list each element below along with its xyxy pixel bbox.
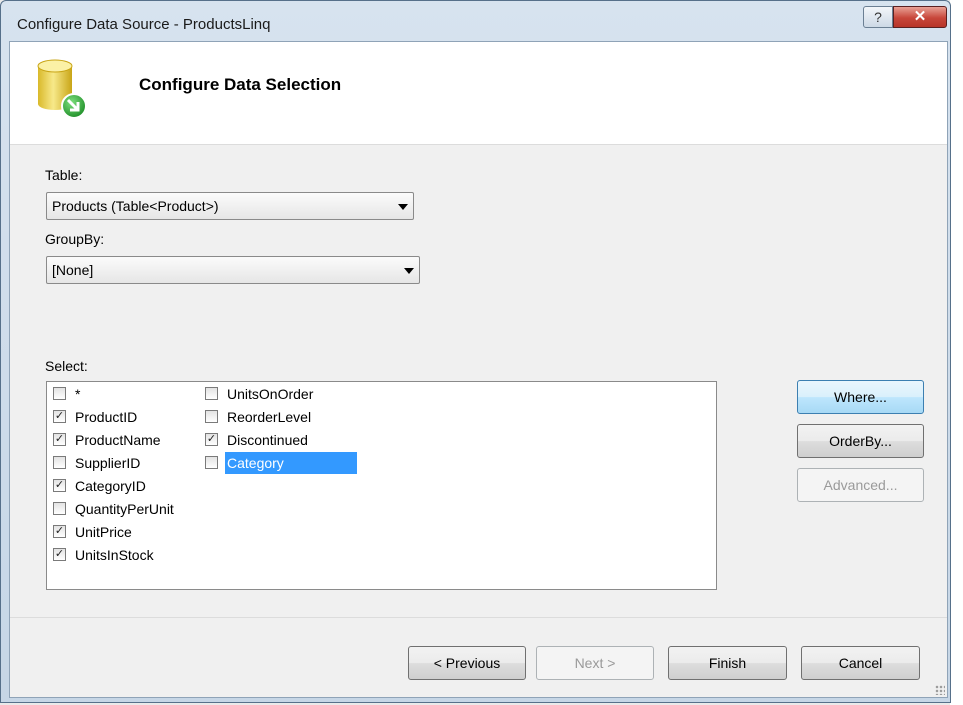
field-label: QuantityPerUnit — [75, 501, 174, 517]
dialog-window: Configure Data Source - ProductsLinq ? ✕ — [0, 0, 951, 703]
table-label: Table: — [45, 167, 83, 183]
cancel-button[interactable]: Cancel — [801, 646, 920, 680]
checkbox-unchecked[interactable] — [53, 387, 66, 400]
field-label: ProductID — [75, 409, 138, 425]
window-title: Configure Data Source - ProductsLinq — [17, 16, 271, 33]
field-label: CategoryID — [75, 478, 146, 494]
checkbox-unchecked[interactable] — [205, 456, 218, 469]
checkbox-unchecked[interactable] — [53, 502, 66, 515]
checkbox-checked[interactable]: ✓ — [205, 433, 218, 446]
field-label: ProductName — [75, 432, 161, 448]
title-bar[interactable]: Configure Data Source - ProductsLinq ? ✕ — [1, 1, 950, 41]
help-button[interactable]: ? — [863, 6, 893, 28]
field-label: * — [75, 386, 81, 402]
groupby-label: GroupBy: — [45, 231, 105, 247]
checkbox-checked[interactable]: ✓ — [53, 479, 66, 492]
advanced-button[interactable]: Advanced... — [797, 468, 924, 502]
orderby-button[interactable]: OrderBy... — [797, 424, 924, 458]
field-label: Category — [225, 452, 357, 474]
field-label: UnitPrice — [75, 524, 132, 540]
checkbox-checked[interactable]: ✓ — [53, 433, 66, 446]
page-title: Configure Data Selection — [139, 75, 342, 94]
resize-grip[interactable] — [935, 685, 945, 695]
background-document — [950, 0, 963, 705]
where-button[interactable]: Where... — [797, 380, 924, 414]
field-label: SupplierID — [75, 455, 141, 471]
checkbox-unchecked[interactable] — [205, 410, 218, 423]
field-label: UnitsOnOrder — [227, 386, 314, 402]
select-fields-list[interactable]: * ✓ ProductID ✓ ProductName SupplierID ✓ Catego… — [46, 381, 717, 590]
table-dropdown-value: Products (Table<Product>) — [52, 198, 219, 214]
dialog-client-area: Configure Data Selection Table: Products… — [9, 41, 948, 698]
checkbox-checked[interactable]: ✓ — [53, 548, 66, 561]
groupby-dropdown[interactable]: [None] — [46, 256, 420, 284]
previous-button[interactable]: < Previous — [408, 646, 526, 680]
field-label: UnitsInStock — [75, 547, 154, 563]
chevron-down-icon — [404, 268, 414, 274]
finish-button[interactable]: Finish — [668, 646, 787, 680]
checkbox-checked[interactable]: ✓ — [53, 525, 66, 538]
next-button[interactable]: Next > — [536, 646, 654, 680]
groupby-dropdown-value: [None] — [52, 262, 94, 278]
checkbox-unchecked[interactable] — [205, 387, 218, 400]
chevron-down-icon — [398, 204, 408, 210]
table-dropdown[interactable]: Products (Table<Product>) — [46, 192, 414, 220]
database-icon — [37, 59, 87, 119]
checkbox-checked[interactable]: ✓ — [53, 410, 66, 423]
wizard-header: Configure Data Selection — [10, 42, 947, 145]
close-button[interactable]: ✕ — [893, 6, 947, 28]
select-label: Select: — [45, 358, 88, 374]
checkbox-unchecked[interactable] — [53, 456, 66, 469]
footer-separator — [10, 617, 947, 618]
field-label: ReorderLevel — [227, 409, 312, 425]
field-label: Discontinued — [227, 432, 308, 448]
